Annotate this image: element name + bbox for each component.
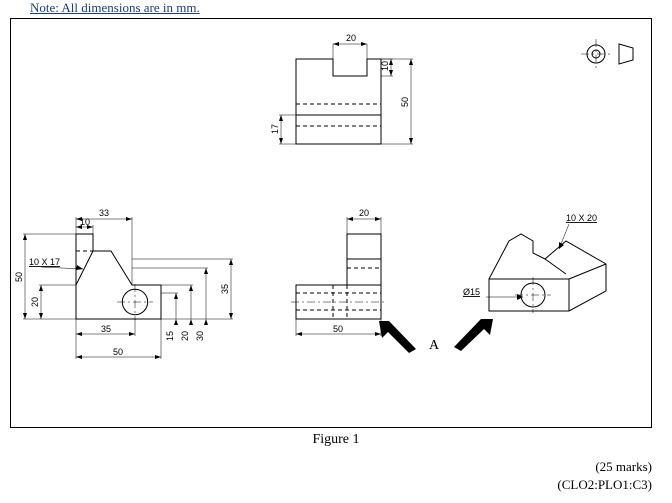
front-base-x: 35 [101, 324, 111, 334]
top-band-dim: 17 [270, 124, 280, 134]
marks-block: (25 marks) (CLO2:PLO1:C3) [557, 458, 652, 494]
front-view: 33 10 10 X 17 50 20 35 50 35 15 20 [14, 208, 233, 359]
isometric-view: 10 X 20 Ø15 [463, 213, 606, 313]
drawing-svg: 20 10 50 17 33 10 10 X 17 50 [11, 19, 651, 427]
marks-text: (25 marks) [557, 458, 652, 476]
front-tab-w: 10 [80, 217, 90, 227]
front-base-h: 35 [220, 284, 230, 294]
side-view: 20 50 [291, 208, 386, 336]
front-total-h: 50 [14, 272, 24, 282]
projection-symbol [581, 39, 633, 69]
drawing-frame: 20 10 50 17 33 10 10 X 17 50 [10, 18, 652, 428]
front-base-w: 50 [113, 347, 123, 357]
top-view: 20 10 50 17 [270, 33, 413, 144]
note-text: Note: All dimensions are in mm. [30, 0, 200, 16]
section-label: A [429, 338, 440, 353]
top-height-dim: 50 [400, 97, 410, 107]
side-tab-w: 20 [359, 208, 369, 218]
top-notch-dim: 10 [380, 61, 390, 71]
outcome-text: (CLO2:PLO1:C3) [557, 476, 652, 494]
front-d3: 30 [195, 331, 205, 341]
front-lower-h: 20 [30, 297, 40, 307]
front-d1: 15 [165, 331, 175, 341]
iso-hole: Ø15 [463, 287, 480, 297]
iso-chamfer: 10 X 20 [566, 213, 597, 223]
side-width: 50 [333, 324, 343, 334]
figure-caption: Figure 1 [0, 432, 672, 448]
section-arrows: A [379, 319, 493, 353]
front-d2: 20 [180, 331, 190, 341]
front-chamfer: 10 X 17 [29, 257, 60, 267]
top-width-dim: 20 [346, 33, 356, 43]
front-notch-w: 33 [99, 208, 109, 218]
